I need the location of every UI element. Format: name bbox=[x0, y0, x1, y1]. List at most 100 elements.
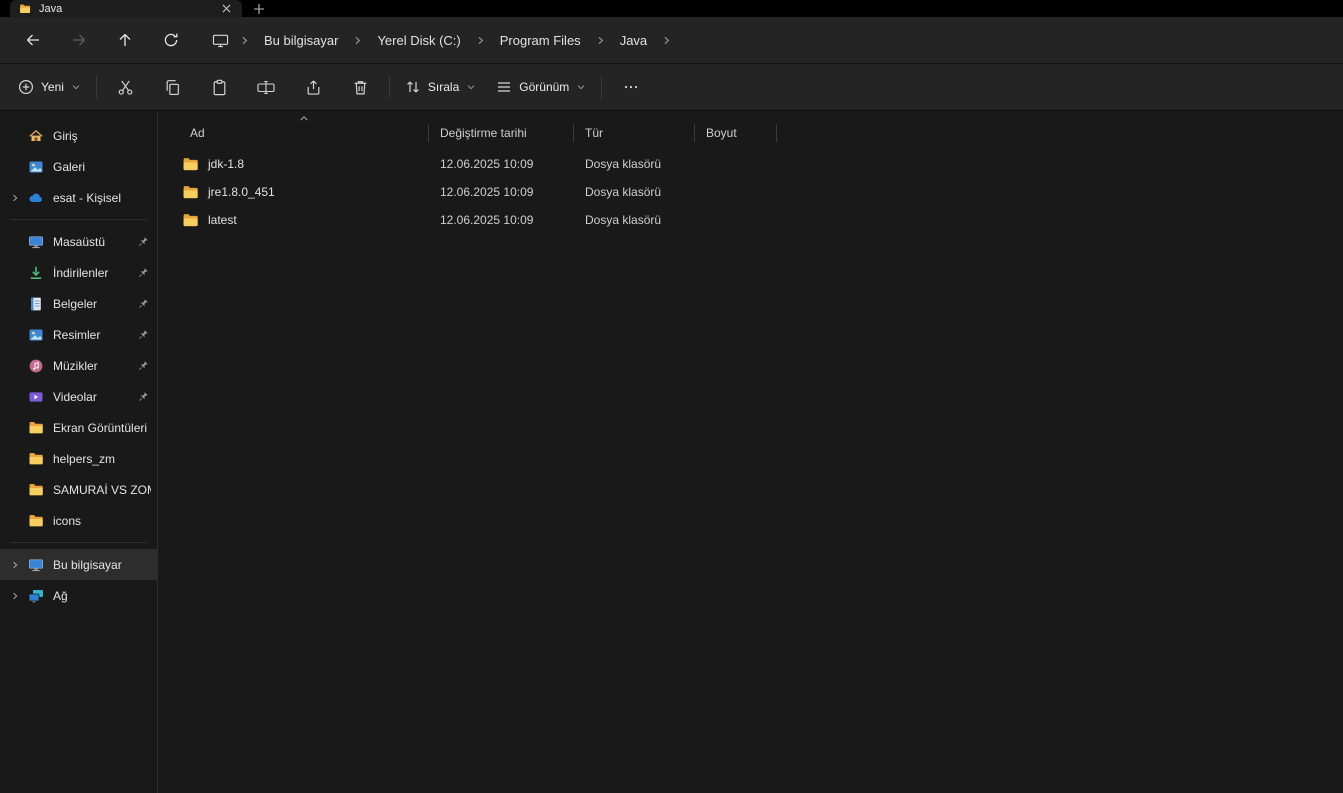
toolbar-separator bbox=[601, 76, 603, 98]
chevron-down-icon bbox=[466, 82, 476, 92]
chevron-right-icon[interactable] bbox=[348, 35, 367, 46]
sidebar-item-label: helpers_zm bbox=[53, 451, 116, 466]
breadcrumb: Bu bilgisayar Yerel Disk (C:) Program Fi… bbox=[210, 28, 676, 53]
share-button[interactable] bbox=[290, 70, 337, 104]
file-type: Dosya klasörü bbox=[585, 185, 662, 199]
sidebar-item-onedrive[interactable]: esat - Kişisel bbox=[0, 182, 157, 213]
sidebar-item-desktop[interactable]: Masaüstü bbox=[0, 226, 157, 257]
sort-ascending-icon bbox=[299, 115, 309, 122]
sidebar-item-label: Bu bilgisayar bbox=[53, 557, 122, 572]
sidebar-item-label: Belgeler bbox=[53, 296, 98, 311]
breadcrumb-item[interactable]: Yerel Disk (C:) bbox=[367, 28, 470, 53]
breadcrumb-item[interactable]: Bu bilgisayar bbox=[254, 28, 348, 53]
forward-button[interactable] bbox=[61, 23, 97, 57]
folder-icon bbox=[26, 451, 45, 467]
this-pc-icon bbox=[26, 557, 45, 573]
back-button[interactable] bbox=[15, 23, 51, 57]
breadcrumb-item[interactable]: Program Files bbox=[490, 28, 591, 53]
sidebar-item-samurai-vs-zomb[interactable]: SAMURAİ VS ZOMB bbox=[0, 474, 157, 505]
file-rows: jdk-1.8 12.06.2025 10:09 Dosya klasörü j… bbox=[179, 150, 1343, 234]
gallery-icon bbox=[26, 159, 45, 175]
pin-icon bbox=[136, 329, 151, 340]
sidebar-item-label: Videolar bbox=[53, 389, 97, 404]
pin-icon bbox=[136, 236, 151, 247]
file-list-panel: Ad Değiştirme tarihi Tür Boyut jdk-1.8 1… bbox=[158, 112, 1343, 793]
sidebar-item-label: Galeri bbox=[53, 159, 86, 174]
chevron-down-icon bbox=[71, 82, 81, 92]
view-icon bbox=[496, 79, 512, 95]
file-modified: 12.06.2025 10:09 bbox=[440, 213, 534, 227]
sidebar-item-label: İndirilenler bbox=[53, 265, 109, 280]
sort-button[interactable]: Sırala bbox=[395, 72, 486, 102]
column-header-name[interactable]: Ad bbox=[179, 116, 429, 142]
folder-icon bbox=[26, 420, 45, 436]
chevron-right-icon[interactable] bbox=[4, 591, 26, 601]
column-header-size[interactable]: Boyut bbox=[695, 124, 777, 142]
refresh-button[interactable] bbox=[153, 23, 189, 57]
sidebar-item-label: Ağ bbox=[53, 588, 68, 603]
new-button-label: Yeni bbox=[41, 80, 64, 94]
sidebar-item-this-pc[interactable]: Bu bilgisayar bbox=[0, 549, 157, 580]
breadcrumb-item[interactable]: Java bbox=[610, 28, 657, 53]
paste-button[interactable] bbox=[196, 70, 243, 104]
navigation-bar: Bu bilgisayar Yerel Disk (C:) Program Fi… bbox=[0, 17, 1343, 63]
delete-button[interactable] bbox=[337, 70, 384, 104]
rename-button[interactable] bbox=[243, 70, 290, 104]
folder-icon bbox=[26, 513, 45, 529]
folder-icon bbox=[182, 212, 199, 229]
sort-button-label: Sırala bbox=[427, 80, 460, 94]
sidebar-divider bbox=[10, 219, 147, 220]
sidebar-item-label: esat - Kişisel bbox=[53, 190, 122, 205]
file-row[interactable]: latest 12.06.2025 10:09 Dosya klasörü bbox=[179, 206, 1343, 234]
view-button-label: Görünüm bbox=[519, 80, 570, 94]
column-header-modified[interactable]: Değiştirme tarihi bbox=[429, 124, 574, 142]
new-button[interactable]: Yeni bbox=[8, 72, 91, 102]
sidebar-item-label: Müzikler bbox=[53, 358, 98, 373]
chevron-right-icon[interactable] bbox=[657, 35, 676, 46]
view-button[interactable]: Görünüm bbox=[486, 72, 596, 102]
downloads-icon bbox=[26, 265, 45, 281]
onedrive-icon bbox=[26, 190, 45, 206]
new-tab-button[interactable] bbox=[242, 0, 276, 17]
sidebar-item-music[interactable]: Müzikler bbox=[0, 350, 157, 381]
music-icon bbox=[26, 358, 45, 374]
sidebar-item-downloads[interactable]: İndirilenler bbox=[0, 257, 157, 288]
file-row[interactable]: jdk-1.8 12.06.2025 10:09 Dosya klasörü bbox=[179, 150, 1343, 178]
sidebar-item-screenshots[interactable]: Ekran Görüntüleri bbox=[0, 412, 157, 443]
sidebar-item-network[interactable]: Ağ bbox=[0, 580, 157, 611]
sidebar-divider bbox=[10, 542, 147, 543]
pin-icon bbox=[136, 360, 151, 371]
column-header-type[interactable]: Tür bbox=[574, 124, 695, 142]
this-pc-icon[interactable] bbox=[210, 33, 235, 48]
chevron-right-icon[interactable] bbox=[4, 560, 26, 570]
file-name: jdk-1.8 bbox=[208, 157, 245, 171]
sidebar-item-pictures[interactable]: Resimler bbox=[0, 319, 157, 350]
documents-icon bbox=[26, 296, 45, 312]
file-row[interactable]: jre1.8.0_451 12.06.2025 10:09 Dosya klas… bbox=[179, 178, 1343, 206]
chevron-right-icon[interactable] bbox=[235, 35, 254, 46]
sidebar-item-gallery[interactable]: Galeri bbox=[0, 151, 157, 182]
sidebar-item-home[interactable]: Giriş bbox=[0, 120, 157, 151]
file-modified: 12.06.2025 10:09 bbox=[440, 157, 534, 171]
command-toolbar: Yeni Sırala Görünüm bbox=[0, 63, 1343, 111]
column-headers: Ad Değiştirme tarihi Tür Boyut bbox=[179, 116, 1343, 144]
videos-icon bbox=[26, 389, 45, 405]
explorer-tab[interactable]: Java bbox=[10, 0, 242, 17]
up-button[interactable] bbox=[107, 23, 143, 57]
chevron-down-icon bbox=[576, 82, 586, 92]
file-name: jre1.8.0_451 bbox=[208, 185, 275, 199]
sidebar-item-icons[interactable]: icons bbox=[0, 505, 157, 536]
file-modified: 12.06.2025 10:09 bbox=[440, 185, 534, 199]
tab-bar: Java bbox=[0, 0, 1343, 17]
tab-close-icon[interactable] bbox=[219, 2, 233, 16]
chevron-right-icon[interactable] bbox=[4, 193, 26, 203]
chevron-right-icon[interactable] bbox=[471, 35, 490, 46]
sidebar-item-videos[interactable]: Videolar bbox=[0, 381, 157, 412]
sidebar-item-documents[interactable]: Belgeler bbox=[0, 288, 157, 319]
chevron-right-icon[interactable] bbox=[591, 35, 610, 46]
copy-button[interactable] bbox=[149, 70, 196, 104]
sidebar-item-helpers-zm[interactable]: helpers_zm bbox=[0, 443, 157, 474]
cut-button[interactable] bbox=[102, 70, 149, 104]
more-options-button[interactable] bbox=[607, 70, 654, 104]
folder-icon bbox=[26, 482, 45, 498]
